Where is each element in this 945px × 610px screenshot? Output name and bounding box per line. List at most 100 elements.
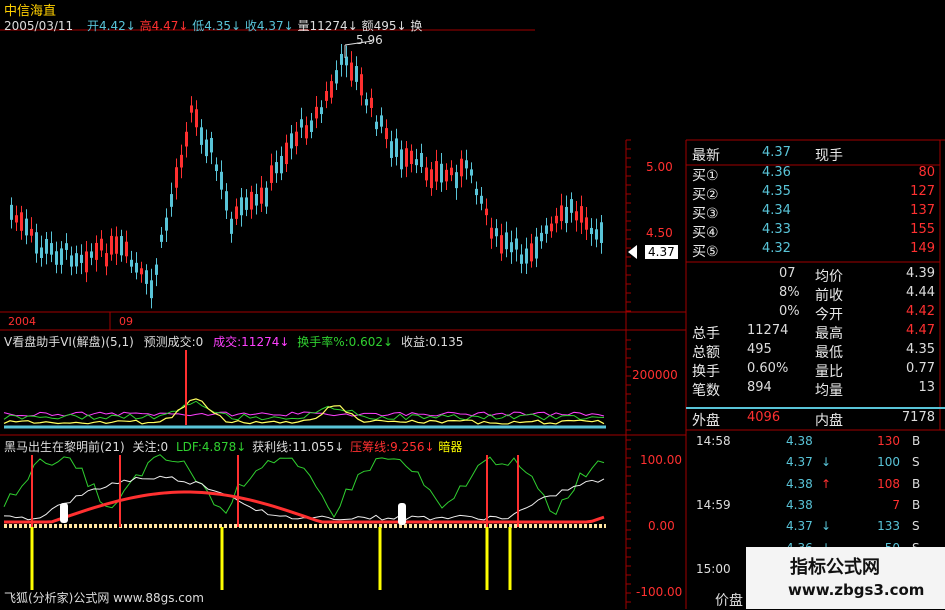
stat-row: 总手 11274 最高 4.47 (687, 323, 939, 342)
bid-qty: 137 (910, 203, 935, 218)
candle-body (375, 121, 378, 130)
bid-label: 买④ (692, 225, 719, 241)
candle-body (275, 162, 278, 174)
high-value: 4.47 (151, 19, 179, 33)
candle-body (65, 243, 68, 250)
stat-left-value: 07 (779, 266, 796, 281)
candle-body (335, 70, 338, 84)
indicator2-dark: 暗器 (438, 440, 463, 454)
candle-body (140, 268, 143, 275)
stat-label: 均量 (815, 383, 843, 399)
candle-body (155, 264, 158, 275)
indicator1-title: V看盘助手VI(解盘)(5,1) (4, 335, 134, 349)
indicator2-axis-0: 0.00 (648, 519, 675, 533)
footer-watermark: 飞狐(分析家)公式网 www.88gs.com (4, 591, 204, 605)
tick-volume: 100 (877, 455, 900, 470)
candle-body (540, 232, 543, 242)
stat-left-value: 0.60% (747, 361, 789, 376)
indicator2-profit: 获利线:11.055 (252, 440, 335, 454)
candle-body (435, 161, 438, 182)
candle-body (60, 248, 63, 265)
down-arrow-icon: ↓ (125, 19, 136, 33)
candle-body (40, 247, 43, 258)
stat-label: 量比 (815, 364, 843, 380)
indicator1-turn: 换手率%:0.602 (297, 335, 384, 349)
indicator1-axis: 200000 (632, 368, 678, 382)
candle-body (15, 215, 18, 223)
tick-volume: 108 (877, 476, 900, 491)
year-label-09: 09 (119, 315, 133, 328)
down-arrow-icon: ↓ (424, 440, 435, 454)
stat-value: 13 (918, 380, 935, 395)
candle-body (400, 149, 403, 170)
watermark-url: www.zbgs3.com (788, 581, 925, 599)
candle-body (530, 243, 533, 262)
candle-body (365, 99, 368, 106)
bid-price: 4.36 (762, 165, 791, 180)
bid-label: 买① (692, 168, 719, 184)
candle-body (490, 227, 493, 239)
header-date: 2005/03/11 (4, 19, 74, 33)
candle-body (555, 215, 558, 224)
stat-label: 最低 (815, 345, 843, 361)
candle-body (10, 204, 13, 220)
tick-price: 4.38 (786, 434, 813, 448)
candle-body (570, 199, 573, 213)
latest-label: 最新 (692, 148, 720, 164)
candle-body (475, 188, 478, 196)
candle-body (245, 197, 248, 210)
indicator1-series-green (3, 400, 605, 421)
candle-body (380, 115, 383, 127)
candle-body (240, 197, 243, 216)
down-arrow-icon: ↓ (396, 19, 407, 33)
tick-row: 4.37 ↓ 100 S (690, 455, 940, 474)
candle-body (480, 195, 483, 204)
candle-body (325, 91, 328, 101)
candle-body (220, 171, 223, 190)
candle-body (360, 74, 363, 96)
indicator1-header: V看盘助手VI(解盘)(5,1) 预测成交:0 成交:11274↓ 换手率%:0… (4, 333, 463, 350)
stat-row: 8% 前收 4.44 (687, 285, 939, 304)
tick-price: 4.38 (786, 476, 813, 491)
candle-body (385, 128, 388, 140)
candle-body (50, 243, 53, 255)
stat-row: 笔数 894 均量 13 (687, 380, 939, 399)
candle-body (215, 164, 218, 172)
candle-body (180, 154, 183, 168)
candle-body (110, 235, 113, 255)
bid-price: 4.32 (762, 241, 791, 256)
indicator2-series-red (4, 490, 605, 524)
stat-value: 4.35 (906, 342, 935, 357)
candle-body (170, 194, 173, 207)
candle-body (160, 234, 163, 242)
tick-side: B (912, 497, 921, 512)
candle-body (25, 218, 28, 236)
candle-body (455, 172, 458, 189)
candle-body (545, 225, 548, 234)
high-label: 高 (139, 19, 152, 33)
candle-body (320, 107, 323, 115)
candle-body (410, 150, 413, 165)
candle-body (550, 223, 553, 232)
amount-value: 495 (373, 19, 397, 33)
latest-side-label: 现手 (815, 148, 843, 164)
tick-arrow-icon: ↑ (821, 476, 832, 491)
stat-row: 07 均价 4.39 (687, 266, 939, 285)
tick-time: 14:59 (696, 497, 731, 512)
candle-body (415, 159, 418, 166)
stat-left-label: 总手 (692, 326, 720, 342)
bid-price: 4.33 (762, 222, 791, 237)
outer-value: 4096 (747, 410, 781, 425)
candle-body (20, 212, 23, 231)
stat-value: 4.44 (906, 285, 935, 300)
bid-qty: 155 (910, 222, 935, 237)
bid-qty: 80 (918, 165, 935, 180)
candle-body (235, 206, 238, 219)
stat-label: 最高 (815, 326, 843, 342)
tick-row: 14:59 4.38 7 B (690, 498, 940, 517)
candle-body (30, 228, 33, 236)
candle-body (315, 106, 318, 119)
tick-side: B (912, 476, 921, 491)
candle-body (580, 206, 583, 223)
candle-body (200, 127, 203, 145)
